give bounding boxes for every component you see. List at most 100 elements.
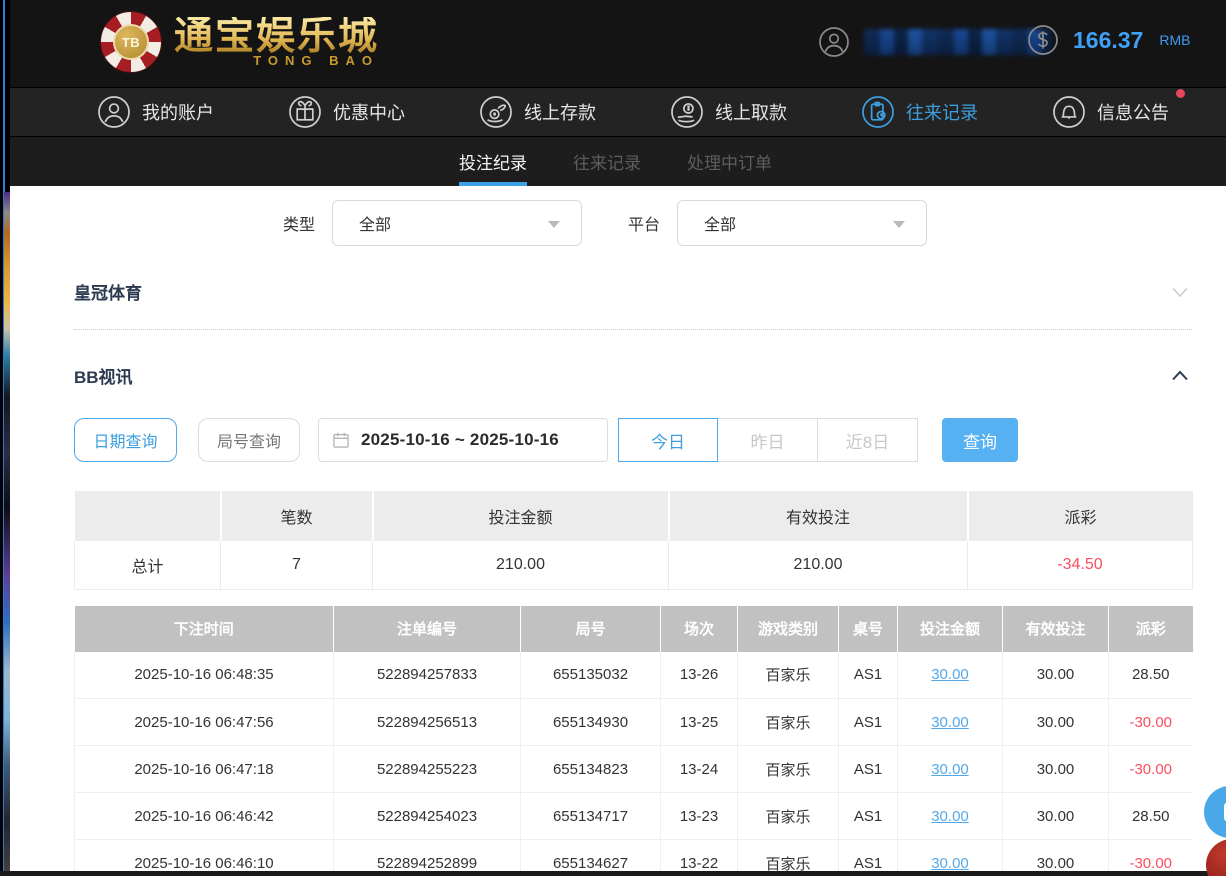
col-bet-time: 下注时间 bbox=[75, 606, 334, 652]
table-no: AS1 bbox=[839, 652, 898, 699]
section-title: 皇冠体育 bbox=[74, 279, 142, 304]
content-area: 类型 全部 平台 全部 皇冠体育 BB视讯 bbox=[10, 186, 1226, 876]
query-controls: 日期查询 局号查询 2025-10-16 ~ 2025-10-16 今日 昨日 … bbox=[74, 418, 1192, 462]
nav-announcements[interactable]: 信息公告 bbox=[1052, 95, 1169, 129]
tab-betting-records[interactable]: 投注纪录 bbox=[459, 137, 527, 186]
site-header: TB 通宝娱乐城 TONG BAO 166.37 RMB bbox=[5, 0, 1226, 87]
withdraw-icon bbox=[670, 95, 704, 129]
section-crown-sports[interactable]: 皇冠体育 bbox=[74, 279, 1192, 304]
round-query-button[interactable]: 局号查询 bbox=[198, 418, 300, 462]
nav-online-deposit[interactable]: 线上存款 bbox=[479, 95, 596, 129]
bet-id: 522894257833 bbox=[334, 652, 521, 699]
nav-label: 优惠中心 bbox=[333, 99, 405, 125]
bet-amount-link[interactable]: 30.00 bbox=[931, 808, 969, 825]
notification-dot bbox=[1176, 89, 1185, 98]
summary-header-row: 笔数 投注金额 有效投注 派彩 bbox=[75, 491, 1193, 541]
wallet-balance[interactable]: 166.37 RMB bbox=[1027, 24, 1190, 56]
type-select[interactable]: 全部 bbox=[332, 200, 582, 246]
nav-label: 线上取款 bbox=[715, 99, 787, 125]
section-bb-video[interactable]: BB视讯 bbox=[74, 363, 1192, 388]
session: 13-25 bbox=[661, 699, 738, 746]
round-id: 655134930 bbox=[521, 699, 661, 746]
window-bottom-edge bbox=[0, 871, 1226, 876]
records-icon bbox=[861, 95, 895, 129]
nav-online-withdraw[interactable]: 线上取款 bbox=[670, 95, 787, 129]
balance-currency: RMB bbox=[1159, 32, 1190, 48]
tab-processing-orders[interactable]: 处理中订单 bbox=[687, 137, 772, 186]
col-table-no: 桌号 bbox=[839, 606, 898, 652]
round-id: 655134823 bbox=[521, 746, 661, 793]
game-type: 百家乐 bbox=[738, 699, 839, 746]
quick-date-group: 今日 昨日 近8日 bbox=[618, 418, 918, 462]
last-8-days-button[interactable]: 近8日 bbox=[818, 418, 918, 462]
date-range-input[interactable]: 2025-10-16 ~ 2025-10-16 bbox=[318, 418, 608, 462]
summary-total-label: 总计 bbox=[75, 541, 221, 589]
chevron-down-icon bbox=[893, 221, 905, 228]
deposit-icon bbox=[479, 95, 513, 129]
bet-time: 2025-10-16 06:48:35 bbox=[75, 652, 334, 699]
bet-amount-link[interactable]: 30.00 bbox=[931, 855, 969, 872]
date-query-button[interactable]: 日期查询 bbox=[74, 418, 177, 462]
bet-id: 522894255223 bbox=[334, 746, 521, 793]
dragon-logo-icon bbox=[1220, 853, 1226, 876]
background-window-sliver bbox=[0, 0, 10, 876]
col-bet-amount: 投注金额 bbox=[898, 606, 1003, 652]
bet-amount-link[interactable]: 30.00 bbox=[931, 761, 969, 778]
session: 13-23 bbox=[661, 793, 738, 840]
summary-header-count: 笔数 bbox=[221, 491, 373, 541]
chevron-up-icon bbox=[1168, 364, 1192, 388]
phone-icon bbox=[1218, 800, 1226, 824]
nav-label: 信息公告 bbox=[1097, 99, 1169, 125]
bet-id: 522894254023 bbox=[334, 793, 521, 840]
table-no: AS1 bbox=[839, 699, 898, 746]
nav-transaction-records[interactable]: 往来记录 bbox=[861, 95, 978, 129]
summary-total-row: 总计 7 210.00 210.00 -34.50 bbox=[75, 541, 1193, 589]
round-id: 655134717 bbox=[521, 793, 661, 840]
filter-row: 类型 全部 平台 全部 bbox=[283, 200, 1192, 246]
tab-transaction-records[interactable]: 往来记录 bbox=[573, 137, 641, 186]
nav-promotions[interactable]: 优惠中心 bbox=[288, 95, 405, 129]
search-button[interactable]: 查询 bbox=[942, 418, 1018, 462]
background-window-content bbox=[4, 192, 10, 876]
valid-bet: 30.00 bbox=[1003, 746, 1109, 793]
session: 13-24 bbox=[661, 746, 738, 793]
bet-amount-link[interactable]: 30.00 bbox=[931, 714, 969, 731]
col-round-id: 局号 bbox=[521, 606, 661, 652]
dollar-coin-icon bbox=[1027, 24, 1059, 56]
brand-name-cn: 通宝娱乐城 bbox=[174, 17, 379, 57]
account-menu[interactable] bbox=[818, 26, 1052, 58]
bet-time: 2025-10-16 06:46:42 bbox=[75, 793, 334, 840]
payout-value: 28.50 bbox=[1109, 652, 1193, 699]
today-button[interactable]: 今日 bbox=[618, 418, 718, 462]
bet-time: 2025-10-16 06:47:18 bbox=[75, 746, 334, 793]
platform-filter-label: 平台 bbox=[628, 211, 660, 235]
summary-header-bet-amount: 投注金额 bbox=[373, 491, 669, 541]
record-tabs-bar: 投注纪录 往来记录 处理中订单 bbox=[5, 136, 1226, 186]
nav-my-account[interactable]: 我的账户 bbox=[97, 95, 214, 129]
table-row: 2025-10-16 06:47:18 522894255223 6551348… bbox=[75, 746, 1193, 793]
bet-amount-link[interactable]: 30.00 bbox=[931, 666, 969, 683]
summary-count-value: 7 bbox=[221, 541, 373, 589]
platform-select[interactable]: 全部 bbox=[677, 200, 927, 246]
chevron-down-icon bbox=[548, 221, 560, 228]
summary-header-blank bbox=[75, 491, 221, 541]
table-no: AS1 bbox=[839, 793, 898, 840]
col-bet-id: 注单编号 bbox=[334, 606, 521, 652]
type-select-value: 全部 bbox=[359, 211, 391, 235]
user-avatar-icon bbox=[818, 26, 850, 58]
valid-bet: 30.00 bbox=[1003, 793, 1109, 840]
summary-table: 笔数 投注金额 有效投注 派彩 总计 7 210.00 210.00 -34.5… bbox=[74, 491, 1193, 590]
platform-select-value: 全部 bbox=[704, 211, 736, 235]
table-row: 2025-10-16 06:47:56 522894256513 6551349… bbox=[75, 699, 1193, 746]
section-title: BB视讯 bbox=[74, 363, 133, 388]
nav-label: 我的账户 bbox=[142, 99, 214, 125]
yesterday-button[interactable]: 昨日 bbox=[718, 418, 818, 462]
user-icon bbox=[97, 95, 131, 129]
site-logo[interactable]: TB 通宝娱乐城 TONG BAO bbox=[100, 11, 379, 73]
poker-chip-icon: TB bbox=[100, 11, 162, 73]
bet-id: 522894256513 bbox=[334, 699, 521, 746]
col-session: 场次 bbox=[661, 606, 738, 652]
date-range-value: 2025-10-16 ~ 2025-10-16 bbox=[361, 430, 559, 450]
summary-bet-amount-value: 210.00 bbox=[373, 541, 669, 589]
page: TB 通宝娱乐城 TONG BAO 166.37 RMB bbox=[0, 0, 1226, 876]
